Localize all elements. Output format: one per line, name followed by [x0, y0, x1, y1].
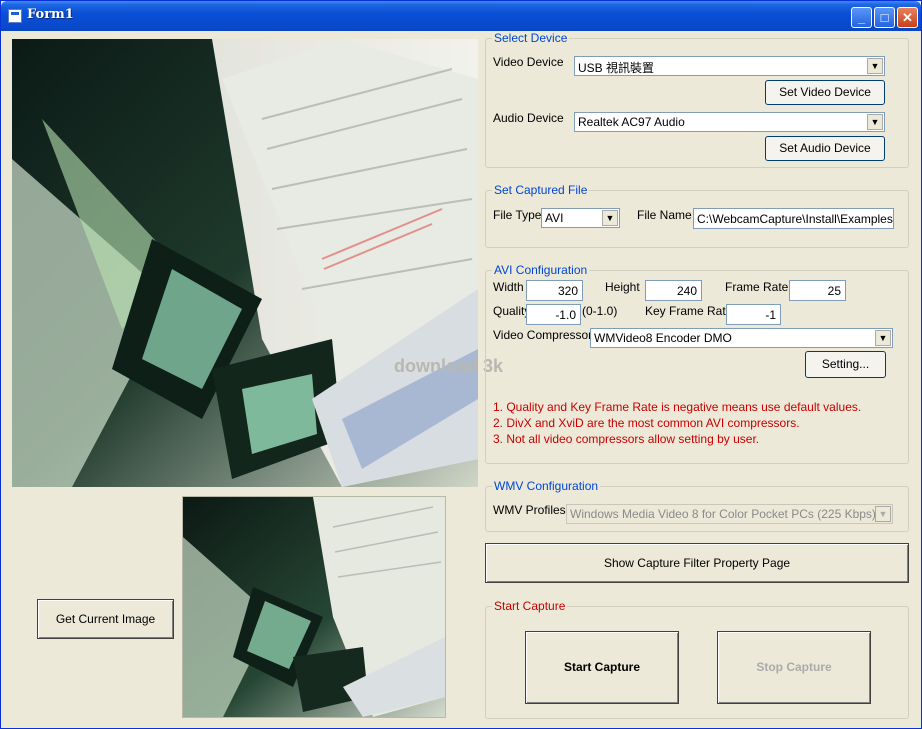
- select-device-legend: Select Device: [492, 31, 570, 45]
- minimize-button[interactable]: _: [851, 7, 872, 28]
- file-type-value: AVI: [545, 211, 564, 225]
- title-bar[interactable]: Form1 _ □ ✕: [1, 1, 921, 31]
- captured-file-legend: Set Captured File: [492, 183, 590, 197]
- start-capture-button[interactable]: Start Capture: [525, 631, 679, 704]
- captured-file-group: Set Captured File File Type AVI ▼ File N…: [485, 183, 909, 248]
- width-input[interactable]: 320: [526, 280, 583, 301]
- height-label: Height: [605, 280, 640, 294]
- video-device-select[interactable]: USB 視訊裝置 ▼: [574, 56, 885, 76]
- compressor-setting-button[interactable]: Setting...: [805, 351, 886, 378]
- frame-rate-value: 25: [827, 284, 841, 298]
- set-audio-device-button[interactable]: Set Audio Device: [765, 136, 885, 161]
- chevron-down-icon[interactable]: ▼: [602, 210, 618, 226]
- file-type-select[interactable]: AVI ▼: [541, 208, 620, 228]
- quality-label: Quality: [493, 304, 531, 318]
- get-current-image-button[interactable]: Get Current Image: [37, 599, 174, 639]
- key-frame-rate-label: Key Frame Rate: [645, 304, 733, 318]
- set-video-device-button[interactable]: Set Video Device: [765, 80, 885, 105]
- file-name-value: C:\WebcamCapture\Install\Examples\MS: [697, 212, 894, 226]
- width-label: Width: [493, 280, 524, 294]
- frame-rate-label: Frame Rate: [725, 280, 789, 294]
- audio-device-label: Audio Device: [493, 111, 564, 125]
- wmv-profiles-value: Windows Media Video 8 for Color Pocket P…: [570, 507, 876, 521]
- width-value: 320: [557, 284, 578, 298]
- key-frame-rate-input[interactable]: -1: [726, 304, 781, 325]
- select-device-group: Select Device Video Device USB 視訊裝置 ▼ Se…: [485, 31, 909, 168]
- quality-input[interactable]: -1.0: [526, 304, 581, 325]
- close-button[interactable]: ✕: [897, 7, 918, 28]
- avi-config-group: AVI Configuration Width 320 Height 240 F…: [485, 263, 909, 464]
- app-icon[interactable]: [8, 9, 22, 23]
- video-compressor-value: WMVideo8 Encoder DMO: [594, 331, 732, 345]
- file-name-label: File Name: [637, 208, 692, 222]
- main-window: Form1 _ □ ✕ download 3k Get Current Imag…: [0, 0, 922, 729]
- start-capture-legend: Start Capture: [492, 599, 568, 613]
- snapshot-image: [182, 496, 446, 718]
- avi-note-1: 1. Quality and Key Frame Rate is negativ…: [493, 400, 862, 414]
- avi-config-legend: AVI Configuration: [492, 263, 590, 277]
- wmv-config-legend: WMV Configuration: [492, 479, 601, 493]
- stop-capture-button: Stop Capture: [717, 631, 871, 704]
- height-input[interactable]: 240: [645, 280, 702, 301]
- audio-device-value: Realtek AC97 Audio: [578, 115, 685, 129]
- video-device-label: Video Device: [493, 55, 564, 69]
- video-compressor-select[interactable]: WMVideo8 Encoder DMO ▼: [590, 328, 893, 348]
- show-capture-filter-property-button[interactable]: Show Capture Filter Property Page: [485, 543, 909, 583]
- height-value: 240: [676, 284, 697, 298]
- window-title: Form1: [27, 7, 74, 22]
- wmv-config-group: WMV Configuration WMV Profiles Windows M…: [485, 479, 909, 532]
- live-preview-image: [12, 39, 478, 487]
- chevron-down-icon: ▼: [875, 506, 891, 522]
- avi-note-2: 2. DivX and XviD are the most common AVI…: [493, 416, 800, 430]
- file-type-label: File Type: [493, 208, 542, 222]
- quality-value: -1.0: [555, 308, 576, 322]
- frame-rate-input[interactable]: 25: [789, 280, 846, 301]
- wmv-profiles-select: Windows Media Video 8 for Color Pocket P…: [566, 504, 893, 524]
- file-name-input[interactable]: C:\WebcamCapture\Install\Examples\MS: [693, 208, 894, 229]
- maximize-button[interactable]: □: [874, 7, 895, 28]
- start-capture-group: Start Capture Start Capture Stop Capture: [485, 599, 909, 719]
- audio-device-select[interactable]: Realtek AC97 Audio ▼: [574, 112, 885, 132]
- chevron-down-icon[interactable]: ▼: [867, 58, 883, 74]
- video-device-value: USB 視訊裝置: [578, 61, 655, 75]
- wmv-profiles-label: WMV Profiles: [493, 503, 566, 517]
- video-compressor-label: Video Compressor: [493, 328, 593, 342]
- chevron-down-icon[interactable]: ▼: [867, 114, 883, 130]
- quality-range-hint: (0-1.0): [582, 304, 618, 318]
- chevron-down-icon[interactable]: ▼: [875, 330, 891, 346]
- key-frame-rate-value: -1: [765, 308, 776, 322]
- avi-note-3: 3. Not all video compressors allow setti…: [493, 432, 760, 446]
